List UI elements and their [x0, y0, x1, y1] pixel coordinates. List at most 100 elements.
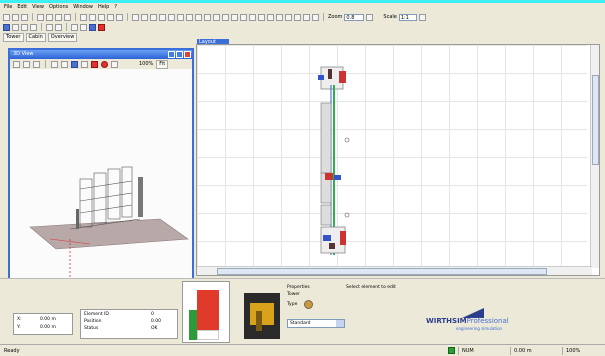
- tool-r-icon[interactable]: [240, 13, 247, 21]
- tool-i-icon[interactable]: [159, 13, 166, 21]
- stop-icon[interactable]: [98, 23, 105, 31]
- menu-help[interactable]: Help: [98, 4, 109, 10]
- 3d-viewport[interactable]: [10, 69, 192, 308]
- tool-y-icon[interactable]: [303, 13, 310, 21]
- tab-tower[interactable]: Tower: [3, 32, 24, 42]
- info-value-position: 0.00: [151, 319, 162, 324]
- node-circle: [344, 212, 350, 218]
- horizontal-scrollbar[interactable]: [197, 266, 592, 275]
- horizontal-scroll-thumb[interactable]: [217, 268, 547, 275]
- type-select[interactable]: Standard: [287, 319, 345, 328]
- tab-overview[interactable]: Overview: [47, 32, 78, 42]
- brand-logo: WIRTHSIMProfessional engineering simulat…: [426, 307, 546, 331]
- rewind-icon[interactable]: [51, 60, 58, 68]
- tool-a-icon[interactable]: [80, 13, 87, 21]
- tool-f-icon[interactable]: [132, 13, 139, 21]
- menu-edit[interactable]: Edit: [17, 4, 27, 10]
- layer-icon[interactable]: [12, 23, 19, 31]
- type-icon[interactable]: [304, 300, 313, 309]
- mast-segment-a: [320, 102, 332, 174]
- menu-about[interactable]: ?: [114, 4, 117, 10]
- tool-z-icon[interactable]: [312, 13, 319, 21]
- camera-icon[interactable]: [30, 23, 37, 31]
- tool-d-icon[interactable]: [107, 13, 114, 21]
- hint-text: Select element to edit: [346, 285, 396, 290]
- tool-x-icon[interactable]: [294, 13, 301, 21]
- pan-icon[interactable]: [12, 13, 19, 21]
- tool-n-icon[interactable]: [204, 13, 211, 21]
- tool-t-icon[interactable]: [258, 13, 265, 21]
- tool-m-icon[interactable]: [195, 13, 202, 21]
- circle-tool-icon[interactable]: [55, 13, 62, 21]
- line-tool-icon[interactable]: [46, 13, 53, 21]
- tool-u-icon[interactable]: [267, 13, 274, 21]
- pause-icon[interactable]: [89, 23, 96, 31]
- vertical-scroll-thumb[interactable]: [592, 75, 599, 165]
- menu-window[interactable]: Window: [73, 4, 93, 10]
- tower-right-column: [138, 177, 143, 217]
- tool-p-icon[interactable]: [222, 13, 229, 21]
- tool-w-icon[interactable]: [285, 13, 292, 21]
- tab-cabin[interactable]: Cabin: [25, 32, 46, 42]
- play-icon[interactable]: [61, 60, 68, 68]
- rect-tool-icon[interactable]: [37, 13, 44, 21]
- vertical-scrollbar[interactable]: [590, 45, 599, 268]
- tool-h-icon[interactable]: [150, 13, 157, 21]
- tool-o-icon[interactable]: [213, 13, 220, 21]
- element-info-box: Element ID Position Status 0 0.00 OK: [80, 309, 178, 339]
- zoom-spin-icon[interactable]: [366, 13, 374, 21]
- play-icon[interactable]: [80, 23, 87, 31]
- maximize-icon[interactable]: [176, 51, 183, 58]
- status-text: Ready: [4, 348, 20, 354]
- rotate-icon[interactable]: [13, 60, 20, 68]
- tool-v-icon[interactable]: [276, 13, 283, 21]
- layout-canvas[interactable]: [196, 44, 600, 276]
- stop-icon[interactable]: [91, 60, 98, 68]
- minimize-icon[interactable]: [168, 51, 175, 58]
- mast-segment-c: [320, 204, 332, 226]
- middle-marker-blue: [334, 175, 341, 180]
- pause-icon[interactable]: [71, 60, 78, 68]
- tool-b-icon[interactable]: [89, 13, 96, 21]
- chevron-down-icon[interactable]: [336, 320, 344, 327]
- tool-j-icon[interactable]: [168, 13, 175, 21]
- 3d-zoom-readout: 100%: [139, 61, 154, 67]
- tool-q-icon[interactable]: [231, 13, 238, 21]
- open-icon[interactable]: [46, 23, 53, 31]
- gauge-bar-red: [197, 290, 219, 330]
- load-gauge: [182, 281, 230, 343]
- base-marker-red: [340, 231, 346, 245]
- scale-input[interactable]: 1:1: [398, 13, 417, 21]
- secondary-toolbar: [0, 22, 200, 32]
- snapshot-icon[interactable]: [111, 60, 118, 68]
- tool-c-icon[interactable]: [98, 13, 105, 21]
- menu-options[interactable]: Options: [49, 4, 68, 10]
- tool-e-icon[interactable]: [116, 13, 123, 21]
- 3d-window-titlebar[interactable]: 3D View: [10, 50, 192, 59]
- eye-icon[interactable]: [21, 23, 28, 31]
- move-icon[interactable]: [23, 60, 30, 68]
- step-back-icon[interactable]: [71, 23, 78, 31]
- grid-icon[interactable]: [3, 23, 10, 31]
- menu-view[interactable]: View: [32, 4, 44, 10]
- fit-button[interactable]: Fit: [156, 59, 169, 69]
- forward-icon[interactable]: [81, 60, 88, 68]
- tool-k-icon[interactable]: [177, 13, 184, 21]
- brand-main: WIRTHSIM: [426, 317, 467, 325]
- pointer-icon[interactable]: [3, 13, 10, 21]
- tool-s-icon[interactable]: [249, 13, 256, 21]
- axis-icon[interactable]: [33, 60, 40, 68]
- record-icon[interactable]: [101, 60, 108, 68]
- view-tab-bar: Tower Cabin Overview: [0, 32, 200, 42]
- toolbar-separator: [32, 13, 33, 21]
- tool-g-icon[interactable]: [141, 13, 148, 21]
- text-tool-icon[interactable]: [64, 13, 71, 21]
- menu-file[interactable]: File: [4, 4, 12, 10]
- zoom-input[interactable]: 0.8: [344, 13, 365, 21]
- close-icon[interactable]: [184, 51, 191, 58]
- properties-title: Properties: [287, 285, 310, 290]
- scale-spin-icon[interactable]: [418, 13, 426, 21]
- tool-l-icon[interactable]: [186, 13, 193, 21]
- zoom-icon[interactable]: [21, 13, 28, 21]
- save-icon[interactable]: [55, 23, 62, 31]
